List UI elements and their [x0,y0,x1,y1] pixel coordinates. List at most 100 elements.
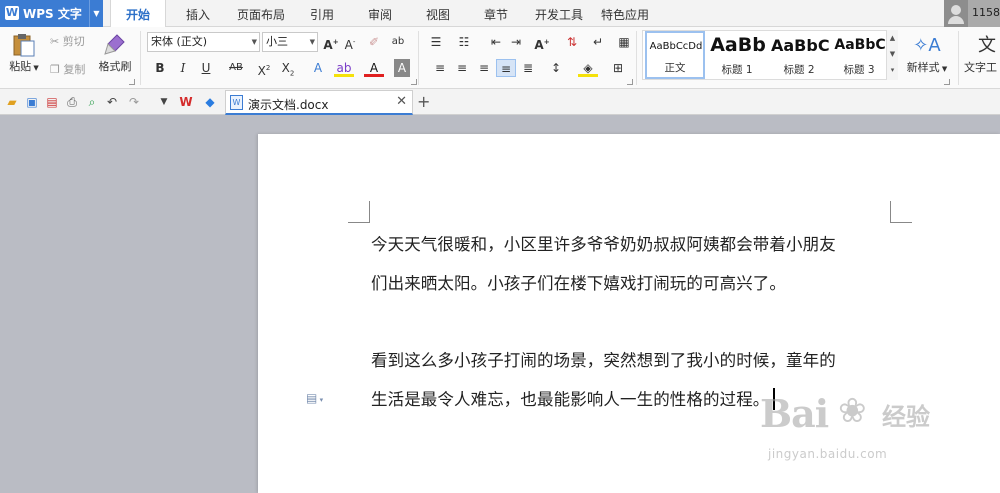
align-left-icon[interactable]: ≡ [430,59,450,77]
font-size-select[interactable]: 小三 ▼ [262,32,318,52]
text-effect-icon[interactable]: A [308,59,328,77]
style-preview: AaBbC [771,36,829,55]
tab-sections[interactable]: 章节 [474,0,518,27]
char-shading-icon[interactable]: A [394,59,410,77]
copy-icon: ❐ [50,63,60,76]
chevron-down-icon: ▼ [251,38,257,46]
format-painter-label: 格式刷 [98,60,132,73]
font-name-value: 宋体 (正文) [151,35,208,48]
document-tab-name: 演示文档.docx [248,98,329,112]
cut-label: 剪切 [62,35,85,48]
italic-icon[interactable]: I [173,59,193,77]
sort-icon[interactable]: ⇅ [562,33,582,51]
app-menu-button[interactable]: W WPS 文字 ▼ [0,0,103,27]
bullet-list-icon[interactable]: ☰ [426,33,446,51]
print-icon[interactable]: ⎙ [64,94,80,110]
paste-button[interactable]: 粘贴 ▼ [6,32,42,74]
separator [958,31,959,85]
subscript-icon[interactable]: X2 [278,59,298,77]
distribute-icon[interactable]: ≣ [518,59,538,77]
underline-icon[interactable]: U [196,59,216,77]
grow-font-icon[interactable]: A+ [321,33,341,52]
style-normal[interactable]: AaBbCcDd 正文 [645,31,705,79]
decrease-indent-icon[interactable]: ⇤ [486,33,506,51]
user-account[interactable]: 1158 [944,0,1000,27]
separator [140,31,141,85]
tab-references[interactable]: 引用 [300,0,344,27]
justify-icon[interactable]: ≡ [496,59,516,77]
app-name: WPS 文字 [23,7,82,21]
tab-page-layout[interactable]: 页面布局 [230,0,292,27]
dialog-launcher-icon[interactable] [411,79,417,85]
wps-home-icon[interactable]: W [178,94,194,110]
paragraph-line: 看到这么多小孩子打闹的场景，突然想到了我小的时候，童年的 [371,351,836,370]
text-tools-icon: 文 [978,35,996,56]
format-painter-button[interactable]: 格式刷 [96,32,134,74]
tab-developer[interactable]: 开发工具 [530,0,588,27]
watermark-url: jingyan.baidu.com [768,447,888,461]
paragraph-line: 们出来晒太阳。小孩子们在楼下嬉戏打闹玩的可高兴了。 [371,274,786,293]
styles-scroll[interactable]: ▲ ▼ ▾ [886,30,898,80]
tab-review[interactable]: 审阅 [358,0,402,27]
cut-button[interactable]: ✂ 剪切 [50,33,85,49]
paste-label: 粘贴 [9,60,32,73]
show-marks-icon[interactable]: ↵ [588,33,608,51]
highlight-icon[interactable]: ab [334,59,354,77]
cloud-cube-icon[interactable]: ◆ [202,94,218,110]
styles-gallery: AaBbCcDd 正文 AaBb 标题 1 AaBbC 标题 2 AaBbC 标… [642,30,898,80]
open-folder-icon[interactable]: ▰ [4,94,20,110]
shading-icon[interactable]: ◈ [578,59,598,77]
align-right-icon[interactable]: ≡ [474,59,494,77]
style-label: 标题 2 [783,64,815,76]
text-direction-icon[interactable]: A+ [532,33,552,52]
bold-icon[interactable]: B [150,59,170,77]
style-label: 标题 3 [843,64,875,76]
customize-dropdown-icon[interactable]: ▼ [156,94,172,110]
new-style-button[interactable]: ✧A 新样式 ▼ [902,33,952,75]
tab-bar: ▰ ▣ ▤ ⎙ ⌕ ↶ ↷ ▼ W ◆ W 演示文档.docx ✕ + [0,89,1000,115]
menu-bar: W WPS 文字 ▼ 开始 插入 页面布局 引用 审阅 视图 章节 开发工具 特… [0,0,1000,28]
shrink-font-icon[interactable]: A- [340,33,360,52]
redo-icon[interactable]: ↷ [126,94,142,110]
strikethrough-icon[interactable]: AB [226,59,246,77]
tab-view[interactable]: 视图 [416,0,460,27]
baidu-jingyan-watermark: Bai ❀ 经验 jingyan.baidu.com [760,385,950,470]
close-icon[interactable]: ✕ [396,94,407,109]
dialog-launcher-icon[interactable] [627,79,633,85]
font-color-icon[interactable]: A [364,59,384,77]
avatar-icon [944,0,968,27]
table-icon[interactable]: ▦ [614,33,634,51]
document-tab[interactable]: W 演示文档.docx ✕ [225,90,413,115]
borders-icon[interactable]: ⊞ [608,59,628,77]
new-tab-icon[interactable]: + [417,92,430,111]
font-name-select[interactable]: 宋体 (正文) ▼ [147,32,260,52]
clear-format-icon[interactable]: ✐ [364,33,384,51]
style-heading-2[interactable]: AaBbC 标题 2 [769,31,829,79]
style-preview: AaBbCcDd [649,41,703,52]
superscript-icon[interactable]: X2 [254,59,274,78]
document-icon: W [230,95,243,110]
tab-insert[interactable]: 插入 [174,0,222,27]
print-preview-icon[interactable]: ⌕ [84,94,100,110]
export-pdf-icon[interactable]: ▤ [44,94,60,110]
watermark-brand: Bai [760,391,829,436]
paragraph-layout-icon[interactable]: ▤ ▾ [306,391,323,405]
tab-special-apps[interactable]: 特色应用 [598,0,652,27]
phonetic-guide-icon[interactable]: ab [388,33,408,51]
style-heading-3[interactable]: AaBbC 标题 3 [829,31,889,79]
separator [418,31,419,85]
numbered-list-icon[interactable]: ☷ [454,33,474,51]
text-tools-button[interactable]: 文 文字工 [964,33,1000,75]
style-heading-1[interactable]: AaBb 标题 1 [707,31,767,79]
undo-icon[interactable]: ↶ [104,94,120,110]
dialog-launcher-icon[interactable] [129,79,135,85]
dialog-launcher-icon[interactable] [944,79,950,85]
line-spacing-icon[interactable]: ↕ [546,59,566,77]
copy-button[interactable]: ❐ 复制 [50,61,85,77]
tab-home[interactable]: 开始 [110,0,166,28]
new-style-label: 新样式 [906,61,940,74]
save-icon[interactable]: ▣ [24,94,40,110]
chevron-down-icon[interactable]: ▼ [89,0,103,27]
increase-indent-icon[interactable]: ⇥ [506,33,526,51]
align-center-icon[interactable]: ≡ [452,59,472,77]
